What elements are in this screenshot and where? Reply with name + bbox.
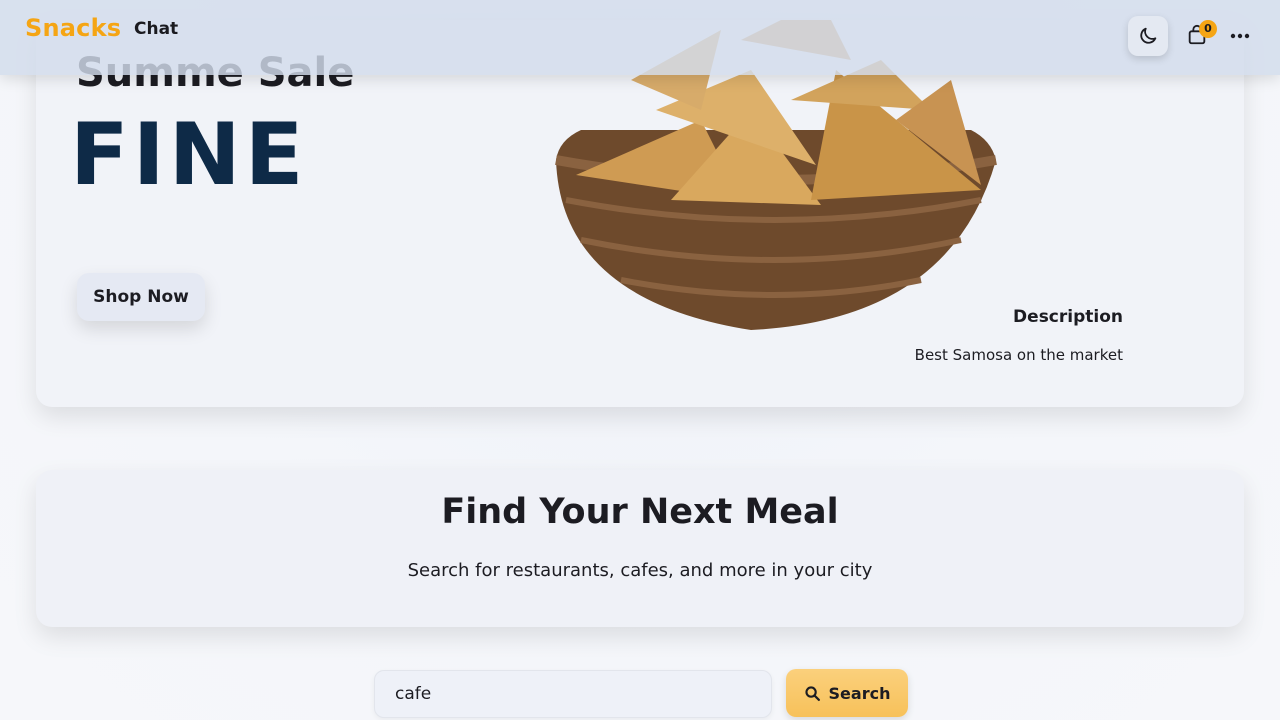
brand-logo[interactable]: Snacks [25, 14, 121, 42]
find-subtitle: Search for restaurants, cafes, and more … [407, 560, 873, 581]
cart-count-badge: 0 [1199, 20, 1217, 38]
search-input[interactable] [374, 670, 772, 718]
shop-now-button[interactable]: Shop Now [77, 273, 205, 321]
search-button-label: Search [828, 683, 891, 703]
moon-icon [1140, 27, 1157, 44]
find-meal-card: Find Your Next Meal Search for restauran… [36, 470, 1244, 627]
find-title: Find Your Next Meal [441, 492, 839, 532]
more-dots-icon [1230, 33, 1250, 39]
description-label: Description [1013, 307, 1123, 327]
hero-banner: Summe Sale FINE Shop Now Description Bes… [36, 20, 1244, 407]
hero-title: FINE [70, 105, 308, 205]
search-button[interactable]: Search [786, 669, 908, 717]
search-icon [804, 685, 820, 701]
top-navbar: Snacks Chat 0 [0, 0, 1280, 75]
description-text: Best Samosa on the market [914, 346, 1123, 364]
nav-link-chat[interactable]: Chat [134, 19, 178, 39]
more-options-button[interactable] [1226, 24, 1254, 48]
theme-toggle-button[interactable] [1128, 16, 1168, 56]
